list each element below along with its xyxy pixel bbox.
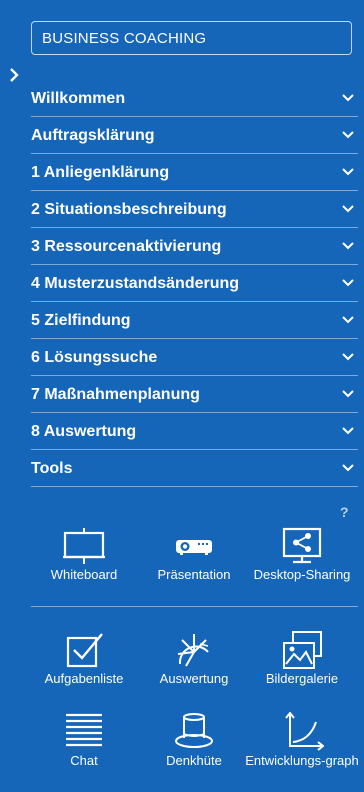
menu-item-label: 4 Musterzustandsänderung [31, 275, 240, 292]
tool-praesentation[interactable]: Präsentation [136, 526, 252, 582]
graph-icon [285, 712, 324, 751]
tool-label: Desktop-Sharing [253, 567, 351, 582]
menu-item-massnahmenplanung[interactable]: 7 Maßnahmenplanung [31, 376, 358, 413]
menu-item-loesungssuche[interactable]: 6 Lösungssuche [31, 339, 358, 376]
checkbox-icon [66, 633, 103, 668]
tool-label: Entwicklungs-graph [245, 753, 359, 768]
gallery-icon [283, 631, 322, 669]
chevron-down-icon [342, 131, 354, 139]
tool-whiteboard[interactable]: Whiteboard [26, 526, 142, 582]
menu-item-label: 7 Maßnahmenplanung [31, 386, 200, 403]
menu-item-zielfindung[interactable]: 5 Zielfindung [31, 302, 358, 339]
tool-denkhuete[interactable]: Denkhüte [136, 712, 252, 768]
menu-item-label: 6 Lösungssuche [31, 349, 158, 366]
hat-icon [175, 713, 213, 748]
tool-label: Aufgabenliste [44, 671, 124, 686]
chevron-down-icon [342, 353, 354, 361]
menu-item-label: 2 Situationsbeschreibung [31, 201, 227, 218]
chevron-down-icon [342, 427, 354, 435]
menu-item-label: 5 Zielfindung [31, 312, 131, 329]
menu-item-auftragsklaerung[interactable]: Auftragsklärung [31, 117, 358, 154]
whiteboard-icon [63, 528, 105, 564]
app-title-text: BUSINESS COACHING [42, 29, 207, 47]
tool-label: Whiteboard [50, 567, 118, 582]
tool-entwicklungsgraph[interactable]: Entwicklungs-graph [244, 712, 360, 768]
tool-desktop-sharing[interactable]: Desktop-Sharing [244, 526, 360, 582]
tool-auswertung[interactable]: Auswertung [136, 630, 252, 686]
menu-item-label: 8 Auswertung [31, 423, 137, 440]
menu-item-ressourcenaktivierung[interactable]: 3 Ressourcenaktivierung [31, 228, 358, 265]
menu-item-willkommen[interactable]: Willkommen [31, 80, 358, 117]
chevron-down-icon [342, 316, 354, 324]
menu-item-auswertung[interactable]: 8 Auswertung [31, 413, 358, 450]
menu-item-label: Tools [31, 460, 73, 477]
tool-label: Bildergalerie [265, 671, 339, 686]
chat-lines-icon [66, 713, 102, 747]
chevron-down-icon [342, 390, 354, 398]
menu-item-label: 1 Anliegenklärung [31, 164, 170, 181]
chevron-down-icon [342, 168, 354, 176]
menu-item-tools[interactable]: Tools [31, 450, 358, 487]
evaluation-icon [177, 634, 209, 667]
projector-icon [176, 540, 212, 555]
help-icon[interactable]: ? [340, 504, 349, 520]
tools-divider [31, 606, 358, 607]
tool-chat[interactable]: Chat [26, 712, 142, 768]
navigation-menu: Willkommen Auftragsklärung 1 Anliegenklä… [31, 80, 358, 487]
desktop-sharing-icon [282, 527, 322, 564]
menu-item-musterzustandsaenderung[interactable]: 4 Musterzustandsänderung [31, 265, 358, 302]
menu-item-anliegenklaerung[interactable]: 1 Anliegenklärung [31, 154, 358, 191]
app-title: BUSINESS COACHING [31, 21, 352, 55]
menu-item-situationsbeschreibung[interactable]: 2 Situationsbeschreibung [31, 191, 358, 228]
chevron-down-icon [342, 205, 354, 213]
chevron-down-icon [342, 279, 354, 287]
tool-bildergalerie[interactable]: Bildergalerie [244, 630, 360, 686]
tool-label: Präsentation [157, 567, 231, 582]
tool-label: Auswertung [159, 671, 229, 686]
chevron-down-icon [342, 464, 354, 472]
chevron-down-icon [342, 242, 354, 250]
tool-aufgabenliste[interactable]: Aufgabenliste [26, 630, 142, 686]
menu-item-label: Auftragsklärung [31, 127, 155, 144]
tool-label: Denkhüte [166, 753, 222, 768]
menu-item-label: 3 Ressourcenaktivierung [31, 238, 222, 255]
chevron-down-icon [342, 94, 354, 102]
menu-item-label: Willkommen [31, 90, 126, 107]
chevron-right-icon[interactable] [6, 67, 22, 83]
tool-label: Chat [70, 753, 98, 768]
